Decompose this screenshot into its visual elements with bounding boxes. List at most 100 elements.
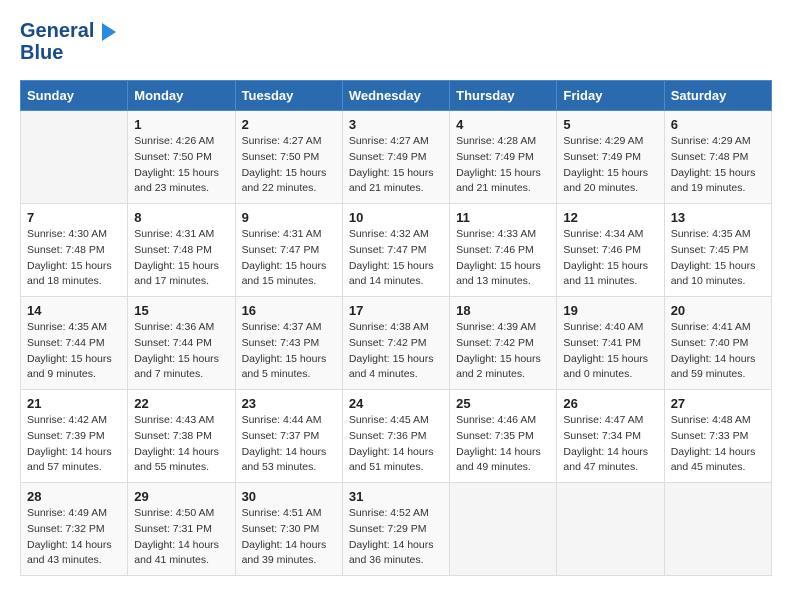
day-number: 26 bbox=[563, 396, 657, 411]
day-info: Sunrise: 4:27 AMSunset: 7:49 PMDaylight:… bbox=[349, 134, 443, 197]
day-info: Sunrise: 4:35 AMSunset: 7:45 PMDaylight:… bbox=[671, 227, 765, 290]
day-number: 13 bbox=[671, 210, 765, 225]
day-info: Sunrise: 4:28 AMSunset: 7:49 PMDaylight:… bbox=[456, 134, 550, 197]
day-info: Sunrise: 4:34 AMSunset: 7:46 PMDaylight:… bbox=[563, 227, 657, 290]
day-info: Sunrise: 4:51 AMSunset: 7:30 PMDaylight:… bbox=[242, 506, 336, 569]
day-info: Sunrise: 4:50 AMSunset: 7:31 PMDaylight:… bbox=[134, 506, 228, 569]
day-info: Sunrise: 4:26 AMSunset: 7:50 PMDaylight:… bbox=[134, 134, 228, 197]
day-number: 19 bbox=[563, 303, 657, 318]
week-row-1: 1 Sunrise: 4:26 AMSunset: 7:50 PMDaylight… bbox=[21, 111, 772, 204]
calendar-cell: 31 Sunrise: 4:52 AMSunset: 7:29 PMDayligh… bbox=[342, 483, 449, 576]
day-info: Sunrise: 4:49 AMSunset: 7:32 PMDaylight:… bbox=[27, 506, 121, 569]
day-number: 11 bbox=[456, 210, 550, 225]
weekday-header-sunday: Sunday bbox=[21, 81, 128, 111]
calendar-cell: 9 Sunrise: 4:31 AMSunset: 7:47 PMDaylight… bbox=[235, 204, 342, 297]
day-number: 20 bbox=[671, 303, 765, 318]
day-info: Sunrise: 4:29 AMSunset: 7:49 PMDaylight:… bbox=[563, 134, 657, 197]
day-info: Sunrise: 4:31 AMSunset: 7:47 PMDaylight:… bbox=[242, 227, 336, 290]
day-info: Sunrise: 4:42 AMSunset: 7:39 PMDaylight:… bbox=[27, 413, 121, 476]
day-number: 18 bbox=[456, 303, 550, 318]
day-number: 21 bbox=[27, 396, 121, 411]
day-number: 4 bbox=[456, 117, 550, 132]
day-number: 29 bbox=[134, 489, 228, 504]
weekday-header-friday: Friday bbox=[557, 81, 664, 111]
calendar-cell bbox=[450, 483, 557, 576]
day-info: Sunrise: 4:44 AMSunset: 7:37 PMDaylight:… bbox=[242, 413, 336, 476]
calendar-cell: 12 Sunrise: 4:34 AMSunset: 7:46 PMDayligh… bbox=[557, 204, 664, 297]
page-header: General Blue bbox=[20, 20, 772, 64]
day-info: Sunrise: 4:38 AMSunset: 7:42 PMDaylight:… bbox=[349, 320, 443, 383]
calendar-cell: 24 Sunrise: 4:45 AMSunset: 7:36 PMDayligh… bbox=[342, 390, 449, 483]
day-number: 14 bbox=[27, 303, 121, 318]
calendar-cell: 6 Sunrise: 4:29 AMSunset: 7:48 PMDaylight… bbox=[664, 111, 771, 204]
day-number: 8 bbox=[134, 210, 228, 225]
calendar-cell: 29 Sunrise: 4:50 AMSunset: 7:31 PMDayligh… bbox=[128, 483, 235, 576]
day-info: Sunrise: 4:47 AMSunset: 7:34 PMDaylight:… bbox=[563, 413, 657, 476]
week-row-2: 7Sunrise: 4:30 AMSunset: 7:48 PMDaylight… bbox=[21, 204, 772, 297]
day-info: Sunrise: 4:48 AMSunset: 7:33 PMDaylight:… bbox=[671, 413, 765, 476]
calendar-cell: 27 Sunrise: 4:48 AMSunset: 7:33 PMDayligh… bbox=[664, 390, 771, 483]
day-number: 31 bbox=[349, 489, 443, 504]
calendar-cell: 21 Sunrise: 4:42 AMSunset: 7:39 PMDayligh… bbox=[21, 390, 128, 483]
calendar-cell: 10 Sunrise: 4:32 AMSunset: 7:47 PMDayligh… bbox=[342, 204, 449, 297]
day-number: 22 bbox=[134, 396, 228, 411]
calendar-cell bbox=[557, 483, 664, 576]
weekday-header-wednesday: Wednesday bbox=[342, 81, 449, 111]
week-row-5: 28 Sunrise: 4:49 AMSunset: 7:32 PMDayligh… bbox=[21, 483, 772, 576]
weekday-header-saturday: Saturday bbox=[664, 81, 771, 111]
day-info: Sunrise: 4:29 AMSunset: 7:48 PMDaylight:… bbox=[671, 134, 765, 197]
day-number: 28 bbox=[27, 489, 121, 504]
day-number: 16 bbox=[242, 303, 336, 318]
calendar-cell: 19 Sunrise: 4:40 AMSunset: 7:41 PMDayligh… bbox=[557, 297, 664, 390]
calendar-cell: 14 Sunrise: 4:35 AMSunset: 7:44 PMDayligh… bbox=[21, 297, 128, 390]
calendar-cell: 23 Sunrise: 4:44 AMSunset: 7:37 PMDayligh… bbox=[235, 390, 342, 483]
day-number: 10 bbox=[349, 210, 443, 225]
calendar-cell bbox=[21, 111, 128, 204]
logo-wrap: General Blue bbox=[20, 20, 116, 64]
day-info: Sunrise: 4:36 AMSunset: 7:44 PMDaylight:… bbox=[134, 320, 228, 383]
calendar-cell bbox=[664, 483, 771, 576]
calendar-cell: 15 Sunrise: 4:36 AMSunset: 7:44 PMDayligh… bbox=[128, 297, 235, 390]
calendar-cell: 18 Sunrise: 4:39 AMSunset: 7:42 PMDayligh… bbox=[450, 297, 557, 390]
day-number: 27 bbox=[671, 396, 765, 411]
day-info: Sunrise: 4:27 AMSunset: 7:50 PMDaylight:… bbox=[242, 134, 336, 197]
day-number: 17 bbox=[349, 303, 443, 318]
calendar-cell: 25 Sunrise: 4:46 AMSunset: 7:35 PMDayligh… bbox=[450, 390, 557, 483]
day-info: Sunrise: 4:45 AMSunset: 7:36 PMDaylight:… bbox=[349, 413, 443, 476]
day-number: 15 bbox=[134, 303, 228, 318]
day-info: Sunrise: 4:43 AMSunset: 7:38 PMDaylight:… bbox=[134, 413, 228, 476]
calendar-cell: 20 Sunrise: 4:41 AMSunset: 7:40 PMDayligh… bbox=[664, 297, 771, 390]
calendar-cell: 1 Sunrise: 4:26 AMSunset: 7:50 PMDaylight… bbox=[128, 111, 235, 204]
day-info: Sunrise: 4:52 AMSunset: 7:29 PMDaylight:… bbox=[349, 506, 443, 569]
day-info: Sunrise: 4:35 AMSunset: 7:44 PMDaylight:… bbox=[27, 320, 121, 383]
weekday-header-tuesday: Tuesday bbox=[235, 81, 342, 111]
day-number: 1 bbox=[134, 117, 228, 132]
calendar-cell: 4 Sunrise: 4:28 AMSunset: 7:49 PMDaylight… bbox=[450, 111, 557, 204]
day-info: Sunrise: 4:32 AMSunset: 7:47 PMDaylight:… bbox=[349, 227, 443, 290]
calendar-cell: 28 Sunrise: 4:49 AMSunset: 7:32 PMDayligh… bbox=[21, 483, 128, 576]
calendar-cell: 5 Sunrise: 4:29 AMSunset: 7:49 PMDaylight… bbox=[557, 111, 664, 204]
day-number: 9 bbox=[242, 210, 336, 225]
week-row-3: 14 Sunrise: 4:35 AMSunset: 7:44 PMDayligh… bbox=[21, 297, 772, 390]
day-info: Sunrise: 4:46 AMSunset: 7:35 PMDaylight:… bbox=[456, 413, 550, 476]
day-info: Sunrise: 4:41 AMSunset: 7:40 PMDaylight:… bbox=[671, 320, 765, 383]
day-number: 6 bbox=[671, 117, 765, 132]
calendar-cell: 2 Sunrise: 4:27 AMSunset: 7:50 PMDaylight… bbox=[235, 111, 342, 204]
calendar-cell: 8Sunrise: 4:31 AMSunset: 7:48 PMDaylight… bbox=[128, 204, 235, 297]
week-row-4: 21 Sunrise: 4:42 AMSunset: 7:39 PMDayligh… bbox=[21, 390, 772, 483]
day-number: 24 bbox=[349, 396, 443, 411]
day-info: Sunrise: 4:39 AMSunset: 7:42 PMDaylight:… bbox=[456, 320, 550, 383]
day-number: 12 bbox=[563, 210, 657, 225]
day-number: 23 bbox=[242, 396, 336, 411]
day-number: 2 bbox=[242, 117, 336, 132]
calendar-cell: 16 Sunrise: 4:37 AMSunset: 7:43 PMDayligh… bbox=[235, 297, 342, 390]
logo: General Blue bbox=[20, 20, 116, 64]
day-number: 25 bbox=[456, 396, 550, 411]
calendar-cell: 7Sunrise: 4:30 AMSunset: 7:48 PMDaylight… bbox=[21, 204, 128, 297]
day-number: 3 bbox=[349, 117, 443, 132]
day-info: Sunrise: 4:30 AMSunset: 7:48 PMDaylight:… bbox=[27, 227, 121, 290]
day-number: 5 bbox=[563, 117, 657, 132]
day-info: Sunrise: 4:37 AMSunset: 7:43 PMDaylight:… bbox=[242, 320, 336, 383]
weekday-header-monday: Monday bbox=[128, 81, 235, 111]
day-info: Sunrise: 4:40 AMSunset: 7:41 PMDaylight:… bbox=[563, 320, 657, 383]
